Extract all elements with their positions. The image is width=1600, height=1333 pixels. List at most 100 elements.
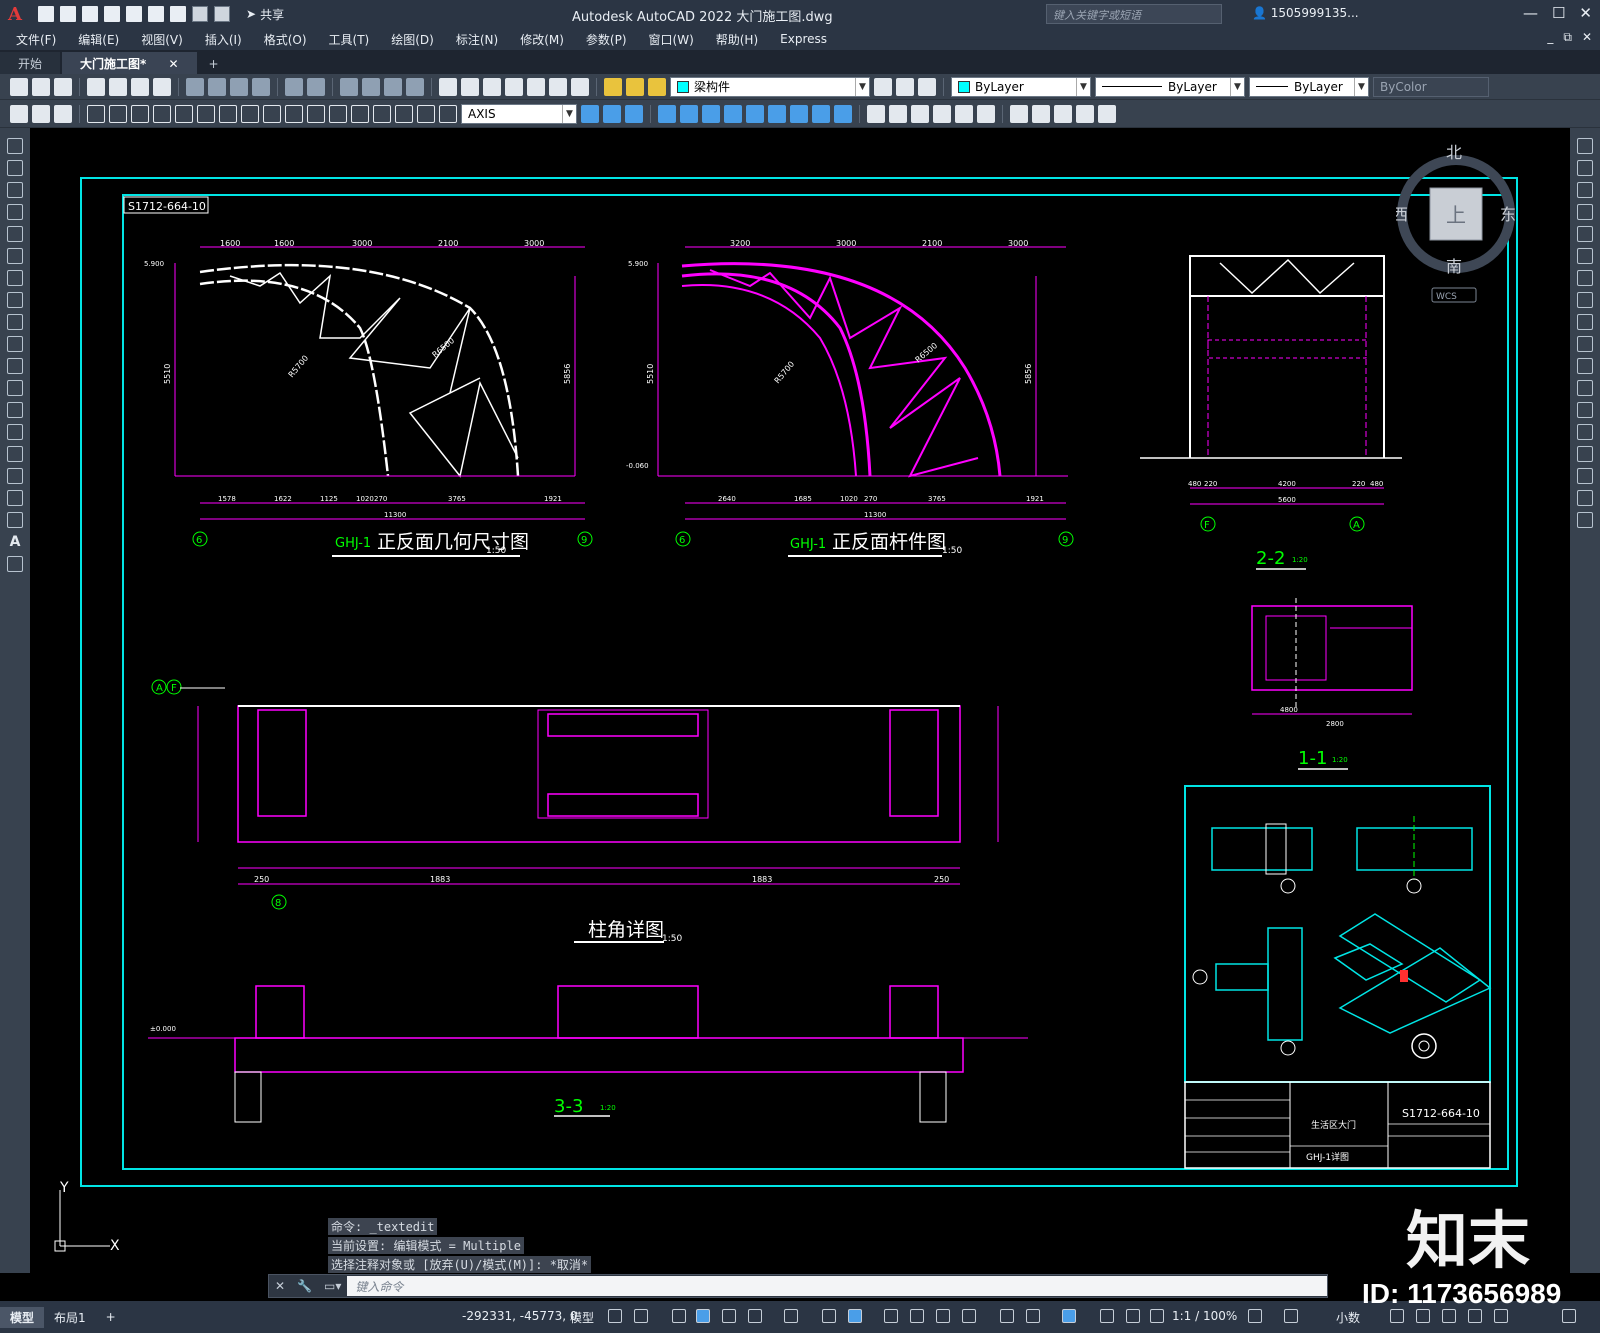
- open-file-icon[interactable]: [60, 6, 76, 22]
- infer-constraints-icon[interactable]: [672, 1309, 686, 1323]
- lineweight-dropdown[interactable]: ByLayer ▼: [1249, 76, 1369, 97]
- region-icon[interactable]: [7, 490, 23, 506]
- table-icon[interactable]: [7, 512, 23, 528]
- new-icon[interactable]: [10, 77, 28, 96]
- polyline-icon[interactable]: [7, 182, 23, 198]
- annotation-visibility-icon[interactable]: [1100, 1309, 1114, 1323]
- menu-dimension[interactable]: 标注(N): [456, 31, 498, 48]
- dim-aligned-icon[interactable]: [32, 104, 50, 123]
- center-mark-icon[interactable]: [329, 104, 347, 123]
- save-icon[interactable]: [82, 6, 98, 22]
- export-icon[interactable]: [148, 6, 164, 22]
- layer-on-icon[interactable]: [604, 77, 622, 96]
- text-style-dropdown[interactable]: AXIS ▼: [461, 103, 577, 124]
- new-tab-button[interactable]: +: [199, 54, 229, 74]
- zoom-window-icon[interactable]: [384, 77, 402, 96]
- plot-icon[interactable]: [87, 77, 105, 96]
- model-space-toggle[interactable]: 模型: [570, 1309, 594, 1326]
- circle-icon[interactable]: [7, 270, 23, 286]
- 3d-osnap-icon[interactable]: [962, 1309, 976, 1323]
- make-block-icon[interactable]: [7, 402, 23, 418]
- view-left-icon[interactable]: [911, 104, 929, 123]
- iso-nw-icon[interactable]: [1076, 104, 1094, 123]
- layer-dropdown[interactable]: 梁构件 ▼: [670, 76, 870, 97]
- tolerance-icon[interactable]: [307, 104, 325, 123]
- menu-draw[interactable]: 绘图(D): [391, 31, 434, 48]
- gradient-icon[interactable]: [7, 468, 23, 484]
- move-icon[interactable]: [1577, 248, 1593, 264]
- plotstyle-dropdown[interactable]: ByColor: [1373, 76, 1489, 97]
- annotation-scale-icon[interactable]: [1150, 1309, 1164, 1323]
- revcloud-icon[interactable]: [7, 292, 23, 308]
- minimize-button[interactable]: —: [1523, 4, 1538, 22]
- open-icon[interactable]: [32, 77, 50, 96]
- join-icon[interactable]: [1577, 424, 1593, 440]
- share-button[interactable]: ➤ 共享: [246, 6, 284, 23]
- preview-icon[interactable]: [109, 77, 127, 96]
- ucs-x-icon[interactable]: [790, 104, 808, 123]
- menu-help[interactable]: 帮助(H): [716, 31, 758, 48]
- menu-tools[interactable]: 工具(T): [329, 31, 370, 48]
- view-bottom-icon[interactable]: [889, 104, 907, 123]
- undo-icon[interactable]: [192, 6, 208, 22]
- tab-model[interactable]: 模型: [0, 1306, 45, 1328]
- close-icon[interactable]: ✕: [269, 1279, 291, 1293]
- break-icon[interactable]: [1577, 402, 1593, 418]
- view-front-icon[interactable]: [955, 104, 973, 123]
- dim-continue-icon[interactable]: [241, 104, 259, 123]
- customize-icon[interactable]: 🔧: [291, 1279, 318, 1293]
- layer-lock-icon[interactable]: [648, 77, 666, 96]
- clean-screen-icon[interactable]: [1494, 1309, 1508, 1323]
- web-mobile-icon[interactable]: [126, 6, 142, 22]
- transparency-icon[interactable]: [910, 1309, 924, 1323]
- dim-arc-icon[interactable]: [54, 104, 72, 123]
- save-as-icon[interactable]: [104, 6, 120, 22]
- isodraft-icon[interactable]: [784, 1309, 798, 1323]
- gizmo-icon[interactable]: [1062, 1309, 1076, 1323]
- spline-icon[interactable]: [7, 314, 23, 330]
- auto-scale-icon[interactable]: [1126, 1309, 1140, 1323]
- menu-file[interactable]: 文件(F): [16, 31, 56, 48]
- inspection-icon[interactable]: [351, 104, 369, 123]
- ucs-origin-icon[interactable]: [724, 104, 742, 123]
- viewcube[interactable]: 北 南 西 东 上 WCS: [1392, 140, 1516, 310]
- menu-express[interactable]: Express: [780, 32, 827, 46]
- insert-block-icon[interactable]: [7, 380, 23, 396]
- ucs-face-icon[interactable]: [658, 104, 676, 123]
- customization-menu-icon[interactable]: [1562, 1309, 1576, 1323]
- add-selected-icon[interactable]: [7, 556, 23, 572]
- object-snap-icon[interactable]: [848, 1309, 862, 1323]
- offset-icon[interactable]: [1577, 204, 1593, 220]
- lineweight-icon[interactable]: [884, 1309, 898, 1323]
- break-at-point-icon[interactable]: [1577, 380, 1593, 396]
- annotation-monitor-icon[interactable]: [1284, 1309, 1298, 1323]
- zoom-realtime-icon[interactable]: [362, 77, 380, 96]
- compass-south[interactable]: 南: [1446, 257, 1462, 276]
- redo-icon[interactable]: [214, 6, 230, 22]
- tab-layout1[interactable]: 布局1: [44, 1307, 96, 1328]
- construction-line-icon[interactable]: [7, 160, 23, 176]
- dim-diameter-icon[interactable]: [153, 104, 171, 123]
- mirror-icon[interactable]: [1577, 182, 1593, 198]
- ucs-icon[interactable]: [581, 104, 599, 123]
- jogged-linear-icon[interactable]: [373, 104, 391, 123]
- point-icon[interactable]: [7, 424, 23, 440]
- ucs-object-icon[interactable]: [680, 104, 698, 123]
- graphics-performance-icon[interactable]: [1468, 1309, 1482, 1323]
- quick-dim-icon[interactable]: [197, 104, 215, 123]
- selection-filter-icon[interactable]: [1026, 1309, 1040, 1323]
- copy-object-icon[interactable]: [1577, 160, 1593, 176]
- annotation-scale-value[interactable]: 1:1 / 100%: [1172, 1309, 1237, 1323]
- line-icon[interactable]: [7, 138, 23, 154]
- layer-previous-icon[interactable]: [896, 77, 914, 96]
- match-properties-icon[interactable]: [252, 77, 270, 96]
- save-icon[interactable]: [54, 77, 72, 96]
- properties-icon[interactable]: [439, 77, 457, 96]
- iso-se-icon[interactable]: [1032, 104, 1050, 123]
- ucs-previous-icon[interactable]: [625, 104, 643, 123]
- command-input[interactable]: 键入命令: [347, 1276, 1327, 1296]
- cut-icon[interactable]: [186, 77, 204, 96]
- new-file-icon[interactable]: [38, 6, 54, 22]
- view-back-icon[interactable]: [977, 104, 995, 123]
- ucs-world-icon[interactable]: [603, 104, 621, 123]
